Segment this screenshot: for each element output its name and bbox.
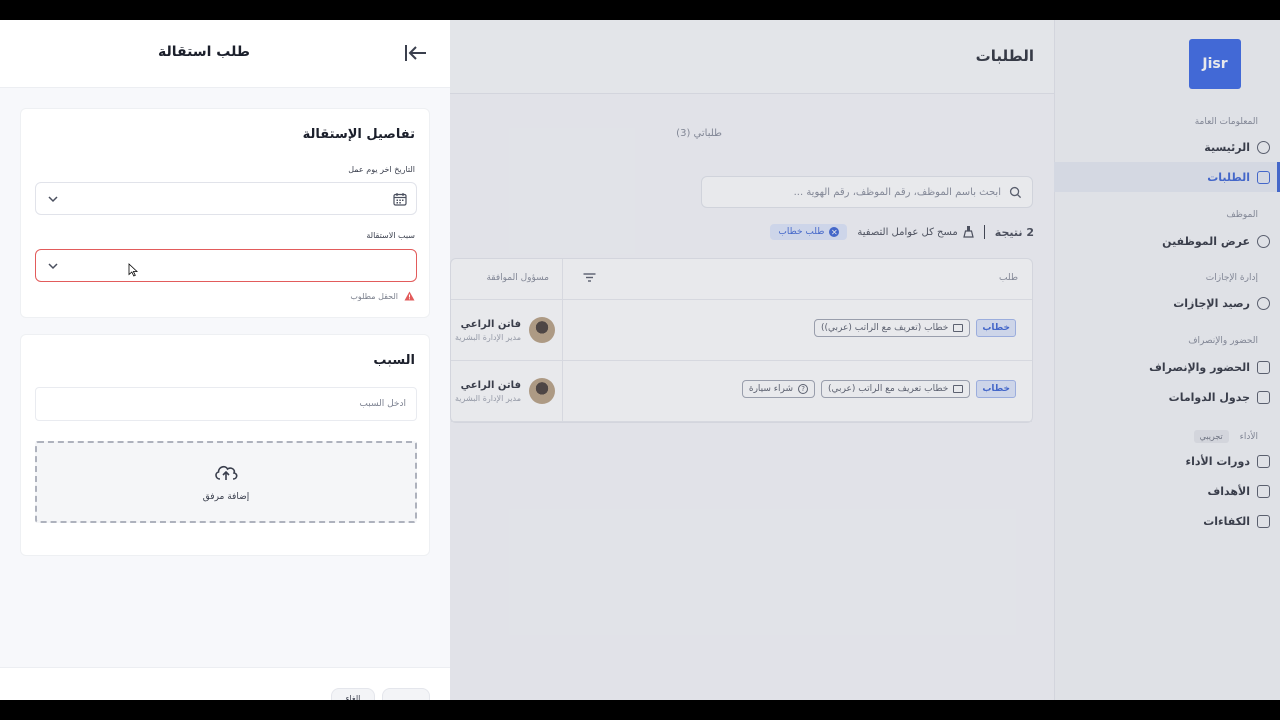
- collapse-arrow-icon[interactable]: [404, 43, 428, 63]
- last-day-label: التاريخ اخر يوم عمل: [348, 165, 415, 174]
- card-title: السبب: [373, 353, 415, 368]
- resignation-details-card: تفاصيل الإستقالة التاريخ اخر يوم عمل سبب…: [20, 108, 430, 318]
- screen-bottom-bar: [0, 700, 1280, 720]
- last-day-date-picker[interactable]: [35, 182, 417, 215]
- attachment-upload-zone[interactable]: إضافة مرفق: [35, 441, 417, 523]
- screen-top-bar: [0, 0, 1280, 20]
- upload-label: إضافة مرفق: [202, 492, 250, 502]
- error-text: الحقل مطلوب: [350, 291, 398, 301]
- reason-placeholder: ادخل السبب: [359, 399, 406, 409]
- submit-button[interactable]: [382, 688, 430, 700]
- card-title: تفاصيل الإستقالة: [302, 127, 415, 142]
- drawer-header: طلب استقالة: [0, 20, 450, 88]
- chevron-down-icon: [48, 196, 58, 203]
- reason-input[interactable]: ادخل السبب: [35, 387, 417, 421]
- warning-icon: [404, 291, 415, 301]
- mouse-cursor-icon: [128, 263, 138, 277]
- drawer-title: طلب استقالة: [158, 44, 250, 60]
- chevron-down-icon: [48, 263, 58, 270]
- resignation-drawer: طلب استقالة تفاصيل الإستقالة التاريخ اخر…: [0, 20, 450, 700]
- reason-card: السبب ادخل السبب إضافة مرفق: [20, 334, 430, 556]
- modal-backdrop[interactable]: [450, 20, 1280, 700]
- reason-select-label: سبب الاستقالة: [366, 231, 415, 240]
- calendar-icon: [393, 193, 407, 206]
- validation-error: الحقل مطلوب: [350, 291, 415, 301]
- cloud-upload-icon: [215, 465, 238, 480]
- resignation-reason-select[interactable]: [35, 249, 417, 282]
- app-stage: Jisr المعلومات العامة الرئيسية الطلبات ا…: [0, 20, 1280, 700]
- drawer-footer: الغاء: [0, 667, 450, 700]
- cancel-button[interactable]: الغاء: [331, 688, 375, 700]
